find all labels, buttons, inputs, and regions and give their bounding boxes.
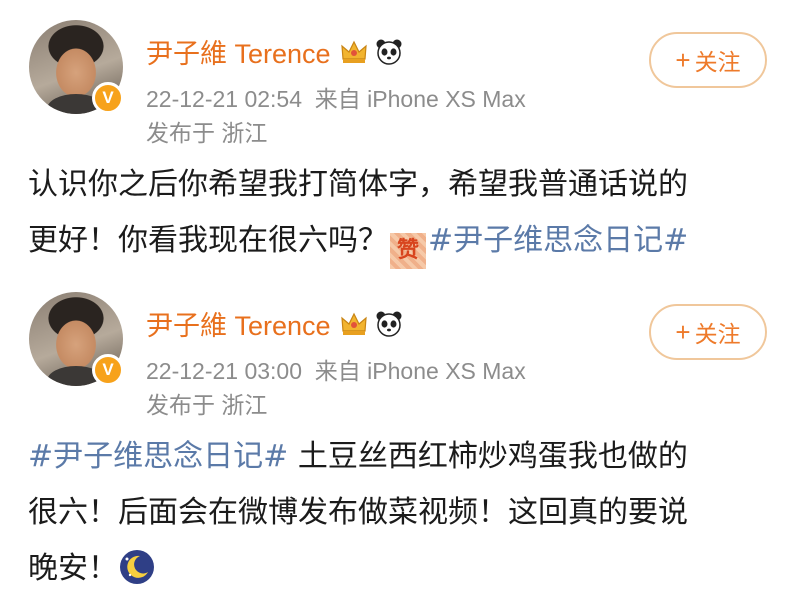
content-text: 土豆丝西红柿炒鸡蛋我也做的 (288, 439, 688, 474)
post-meta: 22-12-21 02:54 来自 iPhone XS Max (146, 80, 526, 114)
content-text: 认识你之后你希望我打简体字，希望我普通话说的 (28, 167, 688, 202)
user-name-row: 尹子維 Terence (146, 304, 403, 343)
hashtag-link[interactable]: #尹子维思念日记# (28, 439, 288, 474)
hashtag-link[interactable]: #尹子维思念日记# (428, 223, 688, 258)
weibo-post: V 尹子維 Terence 22-12-21 03:00 来自 iPhone X… (0, 272, 800, 603)
plus-icon: + (675, 44, 691, 75)
follow-label: 关注 (694, 49, 741, 75)
crown-icon (340, 40, 367, 63)
content-line: #尹子维思念日记# 土豆丝西红柿炒鸡蛋我也做的 (28, 429, 778, 485)
panda-icon (376, 311, 402, 337)
user-name[interactable]: 尹子維 Terence (146, 304, 331, 343)
content-text: 很六！后面会在微博发布做菜视频！这回真的要说 (28, 495, 688, 530)
zan-emoji: 赞 (390, 233, 426, 269)
crown-icon (340, 312, 367, 335)
post-meta: 22-12-21 03:00 来自 iPhone XS Max (146, 352, 526, 386)
post-content: #尹子维思念日记# 土豆丝西红柿炒鸡蛋我也做的 很六！后面会在微博发布做菜视频！… (28, 429, 778, 597)
moon-emoji (120, 550, 154, 584)
follow-button[interactable]: + 关注 (649, 304, 767, 360)
post-timestamp: 22-12-21 03:00 (146, 358, 303, 384)
panda-icon (376, 39, 402, 65)
follow-button[interactable]: + 关注 (649, 32, 767, 88)
content-line: 晚安！ (28, 541, 778, 597)
post-content: 认识你之后你希望我打简体字，希望我普通话说的 更好！你看我现在很六吗？赞 #尹子维… (28, 157, 778, 269)
content-line: 很六！后面会在微博发布做菜视频！这回真的要说 (28, 485, 778, 541)
v-badge-icon: V (92, 354, 124, 386)
post-location: 发布于 浙江 (146, 120, 268, 146)
post-location: 发布于 浙江 (146, 392, 268, 418)
post-source: 来自 iPhone XS Max (314, 358, 526, 384)
user-name[interactable]: 尹子維 Terence (146, 32, 331, 71)
post-timestamp: 22-12-21 02:54 (146, 86, 303, 112)
content-text: 晚安！ (28, 551, 118, 586)
user-name-row: 尹子維 Terence (146, 32, 403, 71)
follow-label: 关注 (694, 321, 741, 347)
content-line: 更好！你看我现在很六吗？赞 #尹子维思念日记# (28, 213, 778, 269)
weibo-post: V 尹子維 Terence 22-12-21 02:54 来自 iPhone X… (0, 0, 800, 272)
content-line: 认识你之后你希望我打简体字，希望我普通话说的 (28, 157, 778, 213)
plus-icon: + (675, 316, 691, 347)
content-text: 更好！你看我现在很六吗？ (28, 223, 388, 258)
v-badge-icon: V (92, 82, 124, 114)
post-source: 来自 iPhone XS Max (314, 86, 526, 112)
